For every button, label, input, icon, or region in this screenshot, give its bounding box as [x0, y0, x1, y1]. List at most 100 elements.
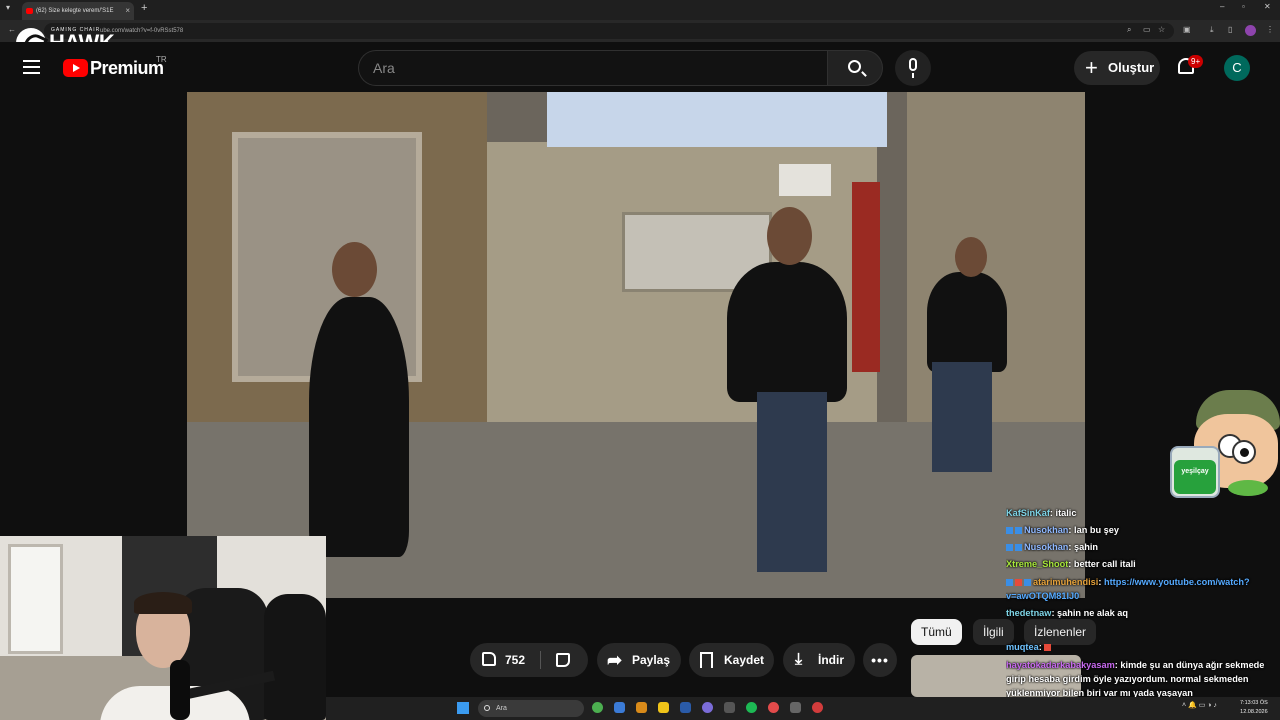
chat-message: KafSinKaf: italic [1006, 505, 1280, 522]
chat-message: atarimuhendisi: https://www.youtube.com/… [1006, 573, 1280, 605]
create-label: Oluştur [1108, 60, 1155, 75]
chat-username: thedetnaw [1006, 608, 1052, 618]
more-actions-button[interactable]: ••• [863, 643, 897, 677]
youtube-favicon-icon [26, 8, 33, 14]
youtube-premium-label[interactable]: Premium [90, 58, 164, 79]
taskbar-search-placeholder: Ara [496, 705, 507, 712]
video-person-center [727, 262, 847, 402]
downloads-icon[interactable]: ⤓ [1210, 25, 1214, 35]
stream-chat-overlay: KafSinKaf: italic Nusokhan: lan bu şey N… [1006, 505, 1280, 719]
maximize-button[interactable]: ▫ [1242, 2, 1245, 11]
system-tray-icons[interactable]: ˄ 🔔 ▭ ◑ ♪ [1182, 701, 1217, 709]
chat-badge-icon [1006, 527, 1013, 535]
browser-tab-strip: ▾ (62) Size kelegte verem/'S1E × + – ▫ ✕ [0, 0, 1280, 20]
close-window-button[interactable]: ✕ [1264, 2, 1271, 11]
hawk-brand-subtext: GAMING CHAIR [51, 27, 101, 33]
chat-message: Nusokhan: lan bu şey [1006, 522, 1280, 539]
extensions-icon[interactable]: ▣ [1183, 25, 1191, 34]
chat-message: thedetnaw: şahin ne alak aq [1006, 605, 1280, 622]
chat-text: : better call itali [1068, 559, 1136, 569]
app-icon[interactable] [636, 702, 647, 713]
spotify-icon[interactable] [746, 702, 757, 713]
download-button[interactable]: ⤓ İndir [783, 643, 855, 677]
voice-search-button[interactable] [895, 50, 931, 86]
save-label: Kaydet [724, 653, 765, 667]
video-scene-sky [547, 92, 887, 147]
mascot-jar-fill [1174, 460, 1216, 494]
app-icon[interactable] [768, 702, 779, 713]
chat-message: hayatokadarkabakyasam: kimde şu an dünya… [1006, 656, 1280, 702]
chat-emote-icon [1044, 644, 1052, 652]
browser-profile-avatar[interactable] [1245, 25, 1256, 36]
create-button[interactable]: + Oluştur [1074, 51, 1160, 85]
notification-badge: 9+ [1188, 55, 1204, 68]
chat-username: Nusokhan [1024, 525, 1069, 535]
youtube-logo-icon[interactable] [63, 59, 88, 77]
webcam-streamer-hair [134, 592, 192, 614]
chat-badge-icon [1015, 527, 1022, 535]
windows-start-icon[interactable] [457, 702, 469, 714]
video-person-right-head [955, 237, 987, 277]
sidepanel-icon[interactable]: ▯ [1228, 25, 1232, 34]
app-icon[interactable] [680, 702, 691, 713]
bookmark-star-icon[interactable]: ☆ [1158, 25, 1165, 34]
chat-username: Xtreme_Shoot [1006, 559, 1069, 569]
mascot-pupil [1240, 448, 1249, 457]
app-icon[interactable] [702, 702, 713, 713]
webcam-gaming-chair [264, 594, 326, 720]
minimize-button[interactable]: – [1220, 2, 1224, 11]
account-avatar[interactable]: C [1224, 55, 1250, 81]
new-tab-button[interactable]: + [141, 2, 147, 14]
tab-search-icon[interactable]: ▾ [6, 3, 10, 12]
chat-text: : şahin [1068, 542, 1099, 552]
share-label: Paylaş [632, 653, 671, 667]
address-bar: ← ube.com/watch?v=f-0vRSst578 ⌕ ▭ ☆ ▣ ⤓ … [0, 20, 1280, 42]
hamburger-menu-icon[interactable] [23, 60, 40, 74]
download-label: İndir [818, 653, 844, 667]
search-button[interactable] [827, 50, 883, 86]
chat-message-hidden [1006, 622, 1280, 639]
cast-icon[interactable]: ▭ [1143, 25, 1151, 34]
browser-tab-active[interactable]: (62) Size kelegte verem/'S1E × [22, 2, 134, 20]
browser-menu-icon[interactable]: ⋮ [1266, 25, 1274, 34]
video-person-right-legs [932, 362, 992, 472]
like-icon[interactable] [482, 652, 496, 666]
download-icon: ⤓ [795, 651, 803, 668]
file-explorer-icon[interactable] [658, 702, 669, 713]
zoom-icon[interactable]: ⌕ [1127, 25, 1131, 35]
back-icon[interactable]: ← [8, 25, 16, 34]
tab-close-icon[interactable]: × [125, 2, 130, 20]
mascot-overlay: yeşilçay [1170, 388, 1280, 506]
taskbar-time: 7:13:03 ÖS [1240, 700, 1268, 706]
webcam-window [8, 544, 63, 654]
app-icon[interactable] [790, 702, 801, 713]
mascot-leaf [1228, 480, 1268, 496]
video-person-left [309, 297, 409, 557]
taskbar-search[interactable]: Ara [478, 700, 584, 717]
chat-text: : italic [1049, 508, 1077, 518]
chat-badge-icon [1006, 544, 1013, 552]
chat-username: atarimuhendisi [1033, 577, 1099, 587]
video-scene-red-pillar [852, 182, 880, 372]
search-input[interactable]: Ara [358, 50, 827, 86]
chat-username: KafSinKaf [1006, 508, 1050, 518]
dislike-icon[interactable] [556, 653, 570, 667]
region-label: TR [156, 55, 167, 64]
app-icon[interactable] [724, 702, 735, 713]
taskbar-clock[interactable]: 7:13:03 ÖS 12.08.2026 [1240, 699, 1268, 717]
share-button[interactable]: ➦ Paylaş [597, 643, 681, 677]
taskbar-search-icon [484, 705, 490, 711]
video-person-left-head [332, 242, 377, 297]
like-dislike-group[interactable]: 752 [470, 643, 588, 677]
chrome-app-icon[interactable] [592, 702, 603, 713]
video-player[interactable] [187, 92, 1085, 598]
chat-message: Nusokhan: şahin [1006, 539, 1280, 556]
video-person-right [927, 272, 1007, 372]
chat-badge-icon [1015, 544, 1022, 552]
app-icon[interactable] [614, 702, 625, 713]
app-icon[interactable] [812, 702, 823, 713]
save-button[interactable]: Kaydet [689, 643, 774, 677]
url-field[interactable]: ube.com/watch?v=f-0vRSst578 [44, 23, 1174, 39]
chat-text: : şahin ne alak aq [1051, 608, 1129, 618]
youtube-header: Premium TR Ara + Oluştur 9+ C [0, 42, 1280, 92]
